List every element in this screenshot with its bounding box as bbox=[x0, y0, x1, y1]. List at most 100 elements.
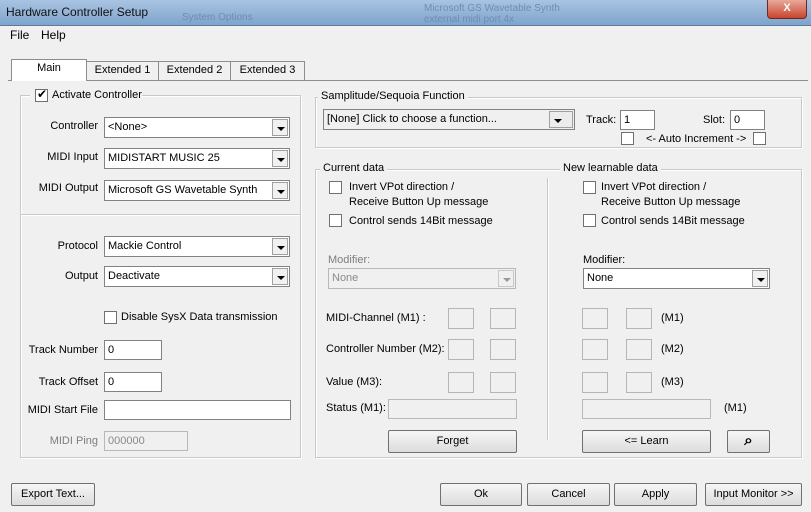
controller-select-value: <None> bbox=[108, 121, 148, 133]
background-window-text: Microsoft GS Wavetable Synth bbox=[424, 3, 560, 14]
learn-status-m1-label: (M1) bbox=[724, 402, 747, 414]
chevron-down-icon[interactable] bbox=[752, 270, 768, 287]
current-14bit-checkbox[interactable] bbox=[329, 214, 342, 227]
track-number-input[interactable]: 0 bbox=[104, 340, 162, 360]
midi-input-value: MIDISTART MUSIC 25 bbox=[108, 152, 220, 164]
current-invert-label-2: Receive Button Up message bbox=[349, 196, 489, 208]
auto-increment-slot-checkbox[interactable] bbox=[753, 132, 766, 145]
learn-m2-box-b bbox=[626, 339, 652, 360]
check-mark-icon: ✔ bbox=[37, 87, 48, 101]
current-invert-checkbox[interactable] bbox=[329, 181, 342, 194]
function-select[interactable]: [None] Click to choose a function... bbox=[323, 109, 575, 130]
midi-ping-input: 000000 bbox=[104, 431, 188, 451]
title-bar: Hardware Controller Setup System Options… bbox=[0, 0, 811, 26]
controller-select[interactable]: <None> bbox=[104, 117, 290, 138]
current-m1-box-b bbox=[490, 308, 516, 329]
midi-input-select[interactable]: MIDISTART MUSIC 25 bbox=[104, 148, 290, 169]
activate-controller-checkbox[interactable]: ✔ bbox=[35, 87, 48, 102]
auto-increment-track-checkbox[interactable] bbox=[621, 132, 634, 145]
current-modifier-select: None bbox=[328, 268, 516, 289]
tab-main[interactable]: Main bbox=[11, 59, 87, 81]
learn-m2-box-a bbox=[582, 339, 608, 360]
output-value: Deactivate bbox=[108, 270, 160, 282]
new-learnable-data-title: New learnable data bbox=[560, 162, 661, 174]
vertical-divider bbox=[547, 178, 549, 440]
menu-bar: File Help bbox=[0, 27, 811, 45]
learn-modifier-label: Modifier: bbox=[583, 254, 626, 266]
midi-channel-label: MIDI-Channel (M1) : bbox=[326, 312, 426, 324]
current-data-title: Current data bbox=[320, 162, 388, 174]
chevron-down-icon[interactable] bbox=[272, 268, 288, 285]
background-window-text: external midi port 4x bbox=[424, 14, 515, 25]
track-offset-value: 0 bbox=[108, 376, 115, 388]
binoculars-icon[interactable]: ⌕ bbox=[727, 430, 770, 453]
learn-m2-label: (M2) bbox=[661, 343, 684, 355]
current-m2-box-a bbox=[448, 339, 474, 360]
function-slot-input[interactable]: 0 bbox=[730, 110, 765, 130]
learn-invert-label: Invert VPot direction / bbox=[601, 181, 707, 193]
menu-help[interactable]: Help bbox=[41, 28, 66, 42]
ok-button[interactable]: Ok bbox=[440, 483, 522, 506]
tab-extended-2[interactable]: Extended 2 bbox=[158, 61, 231, 80]
midi-output-label: MIDI Output bbox=[38, 182, 98, 194]
current-m2-box-b bbox=[490, 339, 516, 360]
learn-m1-box-a bbox=[582, 308, 608, 329]
forget-button[interactable]: Forget bbox=[388, 430, 517, 453]
chevron-down-icon[interactable] bbox=[272, 150, 288, 167]
learn-14bit-label: Control sends 14Bit message bbox=[601, 215, 745, 227]
protocol-select[interactable]: Mackie Control bbox=[104, 236, 290, 257]
function-track-value: 1 bbox=[624, 114, 631, 126]
disable-sysx-checkbox[interactable] bbox=[104, 311, 117, 324]
chevron-down-icon[interactable] bbox=[549, 111, 573, 128]
current-m3-box-b bbox=[490, 372, 516, 393]
learn-invert-checkbox[interactable] bbox=[583, 181, 596, 194]
midi-start-file-label: MIDI Start File bbox=[27, 404, 98, 416]
learn-m3-label: (M3) bbox=[661, 376, 684, 388]
divider bbox=[21, 214, 300, 216]
track-number-label: Track Number bbox=[28, 344, 98, 356]
track-number-value: 0 bbox=[108, 344, 115, 356]
learn-modifier-select[interactable]: None bbox=[583, 268, 770, 289]
current-m1-box-a bbox=[448, 308, 474, 329]
chevron-down-icon[interactable] bbox=[272, 119, 288, 136]
activate-controller-label: Activate Controller bbox=[52, 89, 142, 101]
menu-file[interactable]: File bbox=[10, 28, 29, 42]
chevron-down-icon bbox=[498, 270, 514, 287]
midi-output-select[interactable]: Microsoft GS Wavetable Synth bbox=[104, 180, 290, 201]
learn-m1-label: (M1) bbox=[661, 312, 684, 324]
output-label: Output bbox=[64, 270, 98, 282]
tab-extended-3[interactable]: Extended 3 bbox=[230, 61, 305, 80]
learn-modifier-value: None bbox=[587, 272, 614, 284]
learn-m1-box-b bbox=[626, 308, 652, 329]
status-label: Status (M1): bbox=[326, 402, 386, 414]
cancel-button[interactable]: Cancel bbox=[527, 483, 610, 506]
function-select-value: [None] Click to choose a function... bbox=[327, 113, 497, 125]
midi-ping-value: 000000 bbox=[108, 435, 145, 447]
learn-m3-box-b bbox=[626, 372, 652, 393]
function-slot-value: 0 bbox=[734, 114, 741, 126]
function-track-input[interactable]: 1 bbox=[620, 110, 655, 130]
apply-button[interactable]: Apply bbox=[614, 483, 697, 506]
protocol-label: Protocol bbox=[57, 240, 98, 252]
learn-button[interactable]: <= Learn bbox=[582, 430, 711, 453]
current-14bit-label: Control sends 14Bit message bbox=[349, 215, 493, 227]
protocol-value: Mackie Control bbox=[108, 240, 182, 252]
midi-ping-label: MIDI Ping bbox=[49, 435, 98, 447]
chevron-down-icon[interactable] bbox=[272, 238, 288, 255]
close-button[interactable]: X bbox=[767, 0, 807, 19]
disable-sysx-label: Disable SysX Data transmission bbox=[121, 311, 278, 323]
midi-output-value: Microsoft GS Wavetable Synth bbox=[108, 184, 258, 196]
current-modifier-value: None bbox=[332, 272, 359, 284]
tab-extended-1[interactable]: Extended 1 bbox=[86, 61, 159, 80]
chevron-down-icon[interactable] bbox=[272, 182, 288, 199]
current-status-field bbox=[388, 399, 517, 419]
output-select[interactable]: Deactivate bbox=[104, 266, 290, 287]
learn-invert-label-2: Receive Button Up message bbox=[601, 196, 741, 208]
controller-number-label: Controller Number (M2): bbox=[326, 343, 445, 355]
input-monitor-button[interactable]: Input Monitor >> bbox=[705, 483, 802, 506]
current-invert-label: Invert VPot direction / bbox=[349, 181, 455, 193]
learn-14bit-checkbox[interactable] bbox=[583, 214, 596, 227]
export-text-button[interactable]: Export Text... bbox=[11, 483, 95, 506]
midi-start-file-input[interactable] bbox=[104, 400, 291, 420]
track-offset-input[interactable]: 0 bbox=[104, 372, 162, 392]
